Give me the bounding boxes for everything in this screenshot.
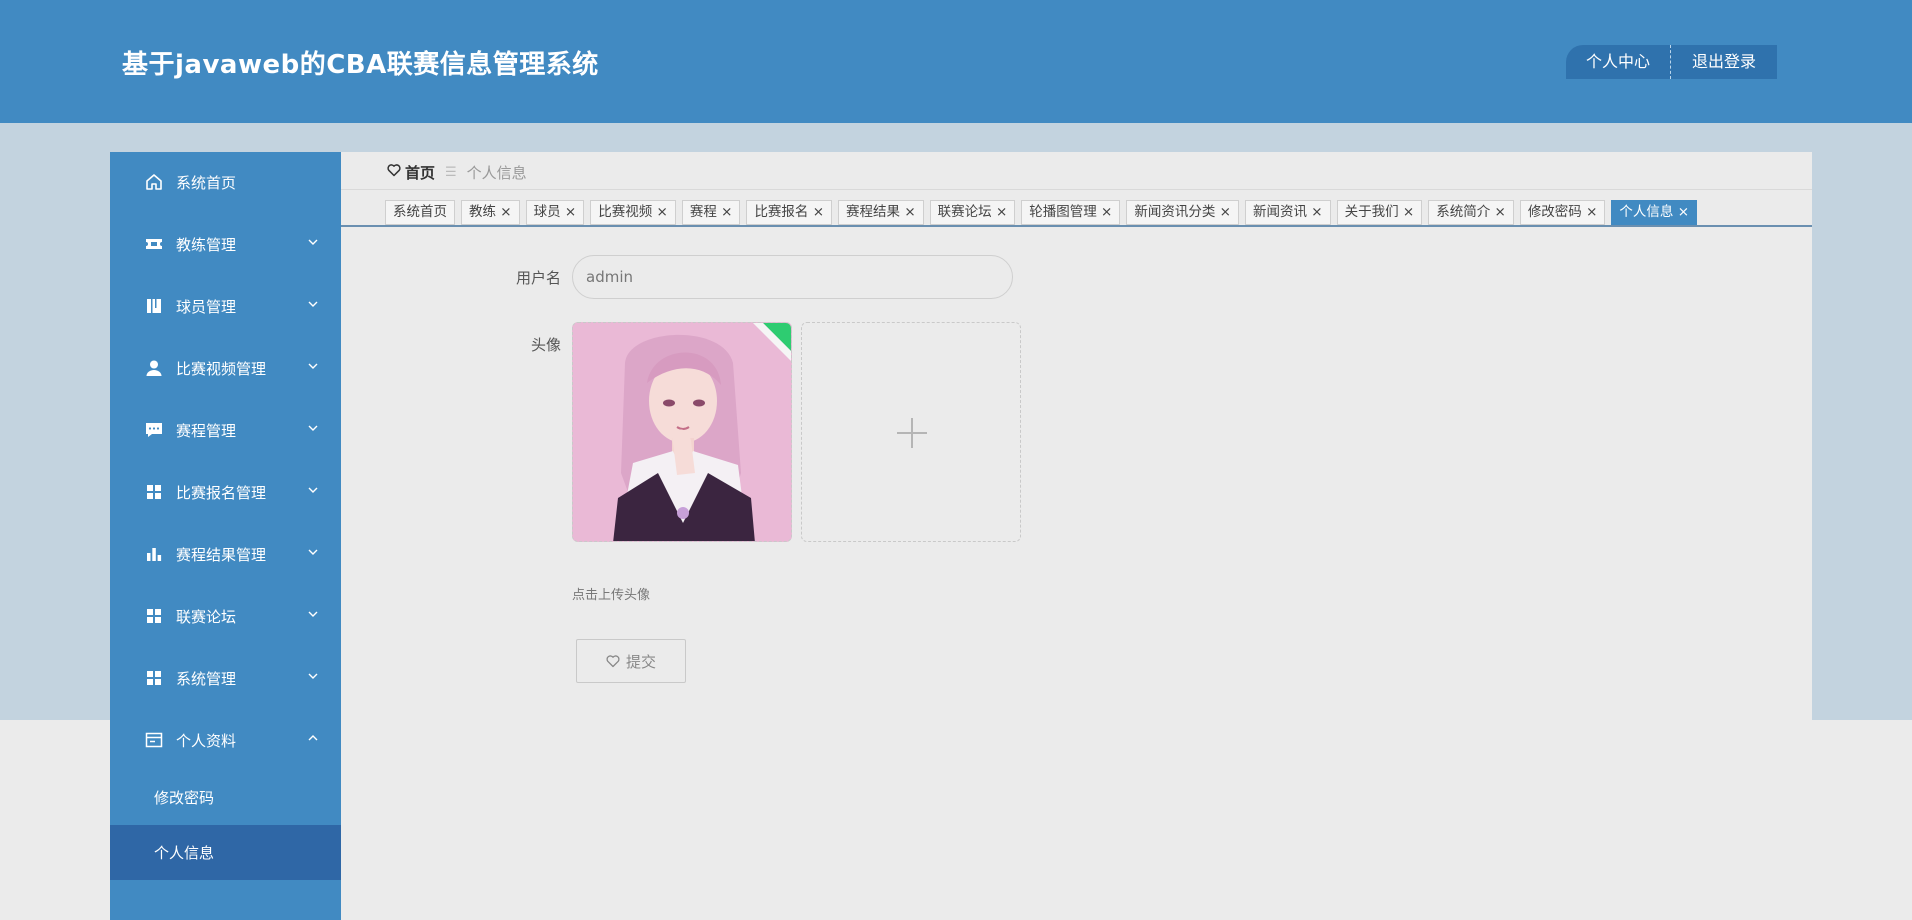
sidebar-item-forum[interactable]: 联赛论坛 — [110, 586, 341, 646]
sidebar-subitem-change-password[interactable]: 修改密码 — [110, 770, 341, 825]
upload-hint: 点击上传头像 — [572, 588, 651, 603]
grid-icon — [144, 482, 164, 502]
tab-personal-info[interactable]: 个人信息 × — [1611, 200, 1698, 225]
sidebar-subitem-personal-info[interactable]: 个人信息 — [110, 825, 341, 880]
avatar-image[interactable] — [572, 322, 792, 542]
sidebar-item-label: 联赛论坛 — [176, 607, 237, 626]
sidebar-item-label: 个人资料 — [176, 731, 237, 750]
main-content: 首页 ☰ 个人信息 系统首页 教练 × 球员 × 比赛视频 × 赛程 × 比赛报… — [341, 152, 1812, 920]
tab-home[interactable]: 系统首页 — [385, 200, 455, 225]
username-label: 用户名 — [515, 269, 561, 287]
breadcrumb-separator: ☰ — [445, 164, 457, 180]
tab-results[interactable]: 赛程结果 × — [838, 200, 924, 225]
chevron-up-icon — [308, 735, 318, 741]
grid-icon — [144, 606, 164, 626]
chevron-down-icon — [308, 425, 318, 431]
tab-schedule[interactable]: 赛程 × — [681, 200, 741, 225]
chevron-down-icon — [308, 363, 318, 369]
heart-icon — [387, 163, 401, 181]
submit-button[interactable]: 提交 — [576, 639, 686, 683]
tab-underline — [341, 225, 1812, 227]
tab-about[interactable]: 关于我们 × — [1336, 200, 1423, 225]
sidebar-item-label: 赛程结果管理 — [176, 545, 267, 564]
tab-forum[interactable]: 联赛论坛 × — [929, 200, 1016, 225]
sidebar-item-schedule[interactable]: 赛程管理 — [110, 400, 341, 460]
ticket-icon — [144, 234, 164, 254]
sidebar-item-label: 球员管理 — [176, 297, 237, 316]
logout-button[interactable]: 退出登录 — [1670, 45, 1777, 79]
grid-icon — [144, 668, 164, 688]
sidebar-item-label: 系统管理 — [176, 669, 237, 688]
chevron-down-icon — [308, 301, 318, 307]
sidebar-item-player[interactable]: 球员管理 — [110, 276, 341, 336]
tab-bar: 系统首页 教练 × 球员 × 比赛视频 × 赛程 × 比赛报名 × 赛程结果 ×… — [385, 200, 1703, 225]
sidebar-item-home[interactable]: 系统首页 — [110, 152, 341, 212]
heart-icon — [606, 654, 620, 668]
tab-change-password[interactable]: 修改密码 × — [1519, 200, 1606, 225]
chevron-down-icon — [308, 611, 318, 617]
card-icon — [144, 730, 164, 750]
header-actions: 个人中心 退出登录 — [1566, 45, 1777, 79]
avatar-illustration — [573, 323, 791, 541]
sidebar-item-label: 比赛报名管理 — [176, 483, 267, 502]
sidebar-item-match-video[interactable]: 比赛视频管理 — [110, 338, 341, 398]
tab-news[interactable]: 新闻资讯 × — [1244, 200, 1331, 225]
profile-center-button[interactable]: 个人中心 — [1566, 45, 1670, 79]
tab-player[interactable]: 球员 × — [525, 200, 585, 225]
breadcrumb-current: 个人信息 — [466, 163, 527, 182]
sidebar-item-label: 系统首页 — [176, 173, 237, 192]
sidebar-item-label: 教练管理 — [176, 235, 237, 254]
plus-icon — [897, 418, 927, 448]
tab-match-video[interactable]: 比赛视频 × — [590, 200, 676, 225]
submit-label: 提交 — [625, 652, 656, 671]
sidebar-item-profile[interactable]: 个人资料 — [110, 710, 341, 770]
avatar-label: 头像 — [530, 336, 561, 354]
book-icon — [144, 296, 164, 316]
chevron-down-icon — [308, 549, 318, 555]
breadcrumb: 首页 ☰ 个人信息 — [387, 160, 527, 184]
top-header: 基于javaweb的CBA联赛信息管理系统 个人中心 退出登录 — [0, 0, 1912, 123]
tab-coach[interactable]: 教练 × — [461, 200, 520, 225]
avatar-upload-box[interactable] — [801, 322, 1021, 542]
app-title: 基于javaweb的CBA联赛信息管理系统 — [122, 50, 599, 80]
bar-chart-icon — [144, 544, 164, 564]
sidebar-item-registration[interactable]: 比赛报名管理 — [110, 462, 341, 522]
tab-registration[interactable]: 比赛报名 × — [746, 200, 833, 225]
chevron-down-icon — [308, 673, 318, 679]
divider — [341, 189, 1812, 190]
breadcrumb-home[interactable]: 首页 — [405, 162, 435, 183]
home-icon — [144, 172, 164, 192]
user-icon — [144, 358, 164, 378]
sidebar-item-system[interactable]: 系统管理 — [110, 648, 341, 708]
chevron-down-icon — [308, 239, 318, 245]
tab-news-category[interactable]: 新闻资讯分类 × — [1126, 200, 1239, 225]
username-input[interactable] — [572, 255, 1013, 299]
chat-icon — [144, 420, 164, 440]
sidebar-item-coach[interactable]: 教练管理 — [110, 214, 341, 274]
sidebar-item-label: 比赛视频管理 — [176, 359, 267, 378]
chevron-down-icon — [308, 487, 318, 493]
sidebar-item-label: 赛程管理 — [176, 421, 237, 440]
sidebar: 系统首页 教练管理 球员管理 比赛视频管理 赛程管理 比赛报名管理 赛程结果管理… — [110, 152, 341, 920]
tab-intro[interactable]: 系统简介 × — [1428, 200, 1514, 225]
sidebar-item-results[interactable]: 赛程结果管理 — [110, 524, 341, 584]
tab-carousel[interactable]: 轮播图管理 × — [1021, 200, 1121, 225]
